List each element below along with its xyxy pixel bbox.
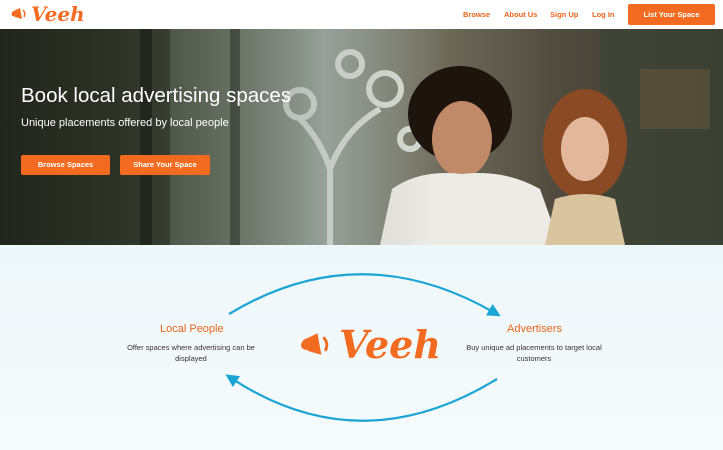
local-people-title: Local People bbox=[160, 323, 224, 335]
nav-link-browse[interactable]: Browse bbox=[463, 10, 490, 19]
bottom-arrow bbox=[225, 374, 498, 422]
nav-link-about-us[interactable]: About Us bbox=[504, 10, 537, 19]
megaphone-icon bbox=[300, 333, 329, 355]
center-logo-text: Veeh bbox=[339, 322, 441, 367]
hero-subtitle: Unique placements offered by local peopl… bbox=[21, 117, 229, 129]
share-your-space-button[interactable]: Share Your Space bbox=[120, 155, 210, 175]
center-logo: Veeh bbox=[300, 323, 441, 367]
hero-title: Book local advertising spaces bbox=[21, 84, 292, 107]
nav-link-sign-up[interactable]: Sign Up bbox=[550, 10, 578, 19]
nav-link-log-in[interactable]: Log In bbox=[592, 10, 615, 19]
hero-banner: Book local advertising spaces Unique pla… bbox=[0, 29, 723, 245]
list-your-space-button[interactable]: List Your Space bbox=[628, 4, 715, 25]
top-navbar: Veeh Browse About Us Sign Up Log In List… bbox=[0, 0, 723, 29]
local-people-description: Offer spaces where advertising can be di… bbox=[127, 343, 255, 363]
browse-spaces-button[interactable]: Browse Spaces bbox=[21, 155, 110, 175]
megaphone-icon bbox=[11, 8, 26, 19]
brand-logo[interactable]: Veeh bbox=[11, 3, 85, 25]
top-arrow bbox=[228, 273, 501, 317]
advertisers-description: Buy unique ad placements to target local… bbox=[466, 343, 602, 363]
brand-logo-text: Veeh bbox=[31, 2, 85, 26]
advertisers-title: Advertisers bbox=[507, 323, 563, 335]
how-it-works-section: Local People Offer spaces where advertis… bbox=[0, 245, 723, 450]
